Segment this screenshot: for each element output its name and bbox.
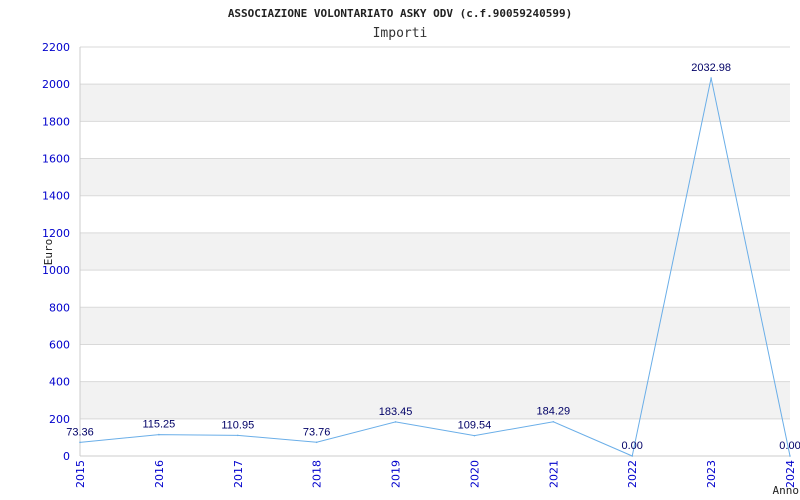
data-point [236, 434, 239, 437]
y-tick-label: 1800 [42, 115, 70, 128]
grid-band [80, 381, 790, 419]
x-tick-label: 2018 [311, 460, 324, 488]
data-point [631, 455, 634, 457]
chart-title: ASSOCIAZIONE VOLONTARIATO ASKY ODV (c.f.… [228, 7, 572, 20]
x-tick-label: 2019 [390, 460, 403, 488]
data-label: 73.36 [66, 426, 94, 438]
y-axis-label: Euro [42, 239, 55, 266]
background-bands [80, 84, 790, 419]
data-point [552, 420, 555, 423]
x-axis-label: Anno [773, 484, 800, 497]
data-point [158, 433, 160, 436]
data-label: 115.25 [142, 419, 175, 431]
data-point [394, 421, 397, 423]
data-label: 73.76 [303, 426, 331, 438]
data-label: 110.95 [221, 419, 254, 431]
data-point [789, 455, 791, 457]
data-point [473, 434, 476, 437]
x-tick-labels: 2015 2016 2017 2018 2019 2020 2021 2022 2023 2024 [74, 460, 797, 488]
chart-container: 0 200 400 600 800 1000 1200 1400 1600 1800 2000 220… [0, 0, 800, 500]
y-tick-label: 400 [49, 376, 70, 389]
x-tick-label: 2022 [626, 460, 639, 488]
chart-subtitle: Importi [373, 26, 428, 41]
line-chart: 0200400600800100012001400160018002000220… [42, 7, 800, 497]
grid-band [80, 307, 790, 345]
x-tick-label: 2021 [547, 460, 560, 488]
data-point [710, 77, 712, 79]
grid-band [80, 84, 790, 122]
y-tick-label: 0 [63, 450, 70, 463]
data-label: 109.54 [458, 420, 492, 432]
data-label: 184.29 [537, 406, 571, 418]
data-point [315, 441, 318, 444]
x-tick-label: 2023 [705, 460, 718, 488]
grid-band [80, 232, 790, 271]
data-point [79, 441, 81, 444]
x-tick-label: 2016 [153, 460, 166, 488]
data-label: 183.45 [379, 406, 413, 418]
y-tick-label: 1200 [42, 227, 70, 240]
grid-band [80, 158, 790, 196]
y-tick-label: 1600 [42, 153, 70, 166]
y-tick-label: 600 [49, 338, 70, 351]
x-tick-label: 2020 [468, 460, 481, 488]
y-tick-label: 2200 [42, 41, 70, 54]
data-label: 0.00 [779, 440, 800, 452]
data-label: 2032.98 [691, 62, 731, 74]
data-label: 0.00 [622, 440, 643, 452]
y-tick-label: 200 [49, 413, 70, 426]
y-tick-label: 2000 [42, 78, 70, 91]
y-tick-label: 800 [49, 301, 70, 314]
x-tick-label: 2015 [74, 460, 87, 488]
x-tick-label: 2017 [232, 460, 245, 488]
y-tick-label: 1400 [42, 190, 70, 203]
